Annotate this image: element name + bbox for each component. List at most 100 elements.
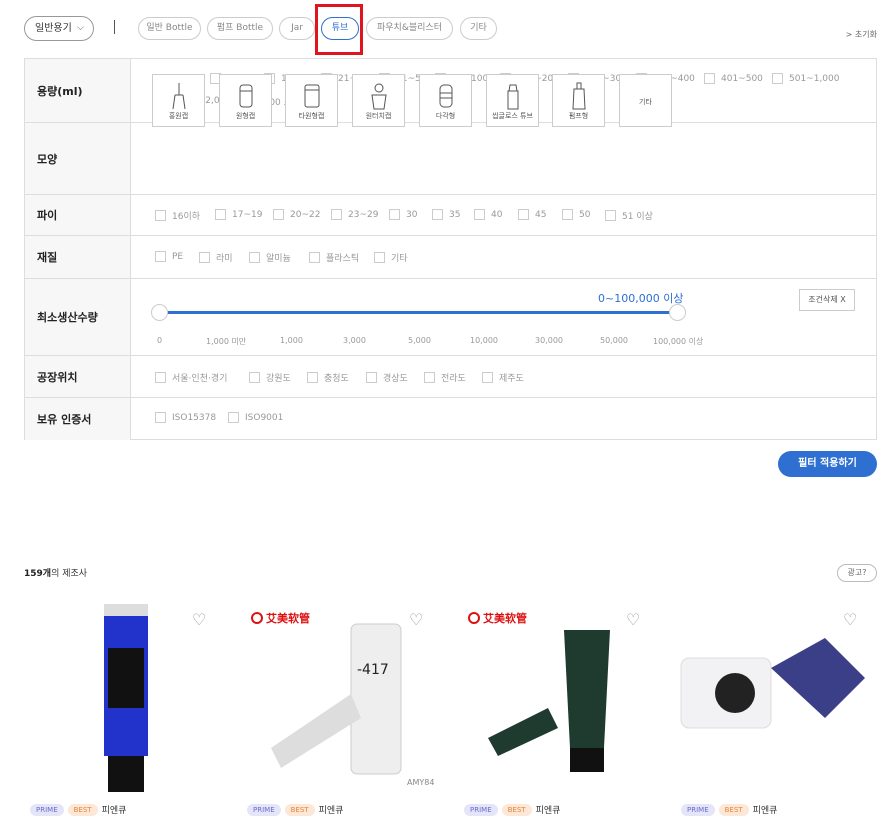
location-checkbox[interactable]: 전라도 [424,371,466,384]
product-card[interactable]: ♡ PRIME BEST 피엔큐 [675,598,875,825]
shape-option[interactable]: 원형캡 [219,74,272,127]
moq-tick-label: 30,000 [535,336,563,345]
location-checkbox[interactable]: 서울·인천·경기 [155,371,227,384]
checkbox-box[interactable] [474,209,485,220]
heart-icon[interactable]: ♡ [626,610,640,629]
location-checkbox[interactable]: 충청도 [307,371,349,384]
location-checkbox[interactable]: 경상도 [366,371,408,384]
diameter-checkbox[interactable]: 50 [562,209,590,220]
checkbox-box[interactable] [155,251,166,262]
checkbox-box[interactable] [309,252,320,263]
brand-logo: 艾美软管 [468,610,527,626]
checkbox-label: 경상도 [383,374,408,384]
checkbox-label: 20~22 [290,209,321,220]
checkbox-box[interactable] [249,252,260,263]
product-code: AMY84 [407,778,435,787]
flip-cap-icon [371,83,387,110]
diameter-checkbox[interactable]: 17~19 [215,209,262,220]
checkbox-box[interactable] [605,210,616,221]
tab-pump-bottle[interactable]: 펌프 Bottle [207,17,273,40]
company-name[interactable]: 피엔큐 [536,803,561,816]
company-name[interactable]: 피엔큐 [319,803,344,816]
certification-checkbox[interactable]: ISO15378 [155,412,216,423]
diameter-checkbox[interactable]: 40 [474,209,502,220]
shape-option[interactable]: 다각형 [419,74,472,127]
checkbox-box[interactable] [249,372,260,383]
material-checkbox[interactable]: 플라스틱 [309,251,359,264]
tab-jar[interactable]: Jar [279,17,315,40]
checkbox-label: 플라스틱 [326,254,360,264]
checkbox-box[interactable] [482,372,493,383]
diameter-checkbox[interactable]: 16이하 [155,209,200,222]
checkbox-box[interactable] [389,209,400,220]
heart-icon[interactable]: ♡ [192,610,206,629]
checkbox-box[interactable] [331,209,342,220]
container-type-select[interactable]: 일반용기 ⌵ [24,16,94,41]
diameter-checkbox[interactable]: 51 이상 [605,209,653,222]
diameter-checkbox[interactable]: 20~22 [273,209,320,220]
company-name[interactable]: 피엔큐 [102,803,127,816]
shape-option[interactable]: 씹글로스 튜브 [486,74,539,127]
product-card[interactable]: ♡ PRIME BEST 피엔큐 [24,598,224,825]
product-card[interactable]: 艾美软管 ♡ PRIME BEST 피엔큐 [458,598,658,825]
material-checkbox[interactable]: PE [155,251,183,262]
checkbox-box[interactable] [215,209,226,220]
material-checkbox[interactable]: 알미늄 [249,251,291,264]
shape-option[interactable]: 기타 [619,74,672,127]
location-checkbox[interactable]: 강원도 [249,371,291,384]
checkbox-label: 서울·인천·경기 [172,374,228,384]
filter-label: 보유 인증서 [25,398,131,440]
shape-option[interactable]: 원터치캡 [352,74,405,127]
product-card[interactable]: 艾美软管 -417 ♡ AMY84 PRIME BEST 피엔큐 [241,598,441,825]
clear-condition-button[interactable]: 조건삭제 X [799,289,855,311]
container-type-value: 일반용기 [35,23,72,34]
heart-icon[interactable]: ♡ [843,610,857,629]
apply-filter-button[interactable]: 필터 적용하기 [778,451,877,477]
capacity-checkbox[interactable]: 401~500 [704,73,763,84]
shape-option[interactable]: 타원형캡 [285,74,338,127]
checkbox-box[interactable] [432,209,443,220]
checkbox-box[interactable] [273,209,284,220]
capacity-checkbox[interactable]: 501~1,000 [772,73,839,84]
shape-option[interactable]: 홍원캡 [152,74,205,127]
checkbox-box[interactable] [772,73,783,84]
checkbox-box[interactable] [366,372,377,383]
tab-general-bottle[interactable]: 일반 Bottle [138,17,201,40]
checkbox-box[interactable] [424,372,435,383]
reset-link[interactable]: > 초기화 [846,29,877,40]
checkbox-box[interactable] [704,73,715,84]
material-checkbox[interactable]: 라미 [199,251,233,264]
checkbox-label: PE [172,251,184,262]
checkbox-label: 40 [491,209,503,220]
checkbox-box[interactable] [155,210,166,221]
checkbox-box[interactable] [155,372,166,383]
diameter-checkbox[interactable]: 30 [389,209,417,220]
diameter-checkbox[interactable]: 35 [432,209,460,220]
shape-option[interactable]: 펌프형 [552,74,605,127]
material-checkbox[interactable]: 기타 [374,251,408,264]
checkbox-box[interactable] [518,209,529,220]
tab-other[interactable]: 기타 [460,17,497,40]
heart-icon[interactable]: ♡ [409,610,423,629]
checkbox-label: 16이하 [172,212,201,222]
checkbox-label: 50 [579,209,591,220]
tab-pouch-blister[interactable]: 파우치&블리스터 [366,17,453,40]
diameter-checkbox[interactable]: 23~29 [331,209,378,220]
checkbox-box[interactable] [155,412,166,423]
location-checkbox[interactable]: 제주도 [482,371,524,384]
checkbox-box[interactable] [307,372,318,383]
moq-slider-track[interactable] [160,311,678,314]
certification-checkbox[interactable]: ISO9001 [228,412,283,423]
diameter-checkbox[interactable]: 45 [518,209,546,220]
checkbox-box[interactable] [562,209,573,220]
checkbox-box[interactable] [199,252,210,263]
moq-slider-max-handle[interactable] [669,304,686,321]
moq-slider-min-handle[interactable] [151,304,168,321]
company-name[interactable]: 피엔큐 [753,803,778,816]
filter-label: 재질 [25,236,131,278]
ad-info-button[interactable]: 광고? [837,564,877,582]
checkbox-box[interactable] [374,252,385,263]
filter-label: 모양 [25,123,131,194]
checkbox-box[interactable] [228,412,239,423]
moq-tick-label: 1,000 [280,336,303,345]
